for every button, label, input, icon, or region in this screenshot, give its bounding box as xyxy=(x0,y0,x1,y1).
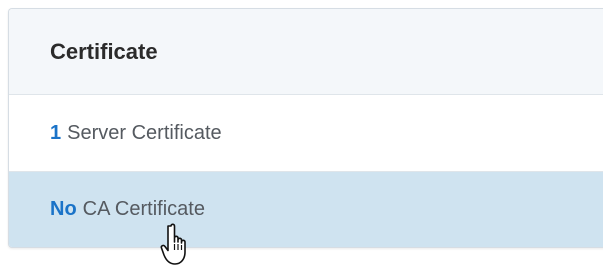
ca-certificate-row[interactable]: No CA Certificate xyxy=(9,171,603,247)
panel-title: Certificate xyxy=(50,38,158,64)
server-certificate-count[interactable]: 1 xyxy=(50,122,61,145)
panel-header: Certificate xyxy=(9,9,603,95)
server-certificate-row[interactable]: 1 Server Certificate xyxy=(9,95,603,171)
hand-pointer-icon xyxy=(160,223,186,265)
ca-certificate-count[interactable]: No xyxy=(50,198,77,221)
server-certificate-label[interactable]: Server Certificate xyxy=(67,122,222,145)
ca-certificate-label[interactable]: CA Certificate xyxy=(83,198,205,221)
certificate-panel: Certificate 1 Server Certificate No CA C… xyxy=(8,8,603,248)
